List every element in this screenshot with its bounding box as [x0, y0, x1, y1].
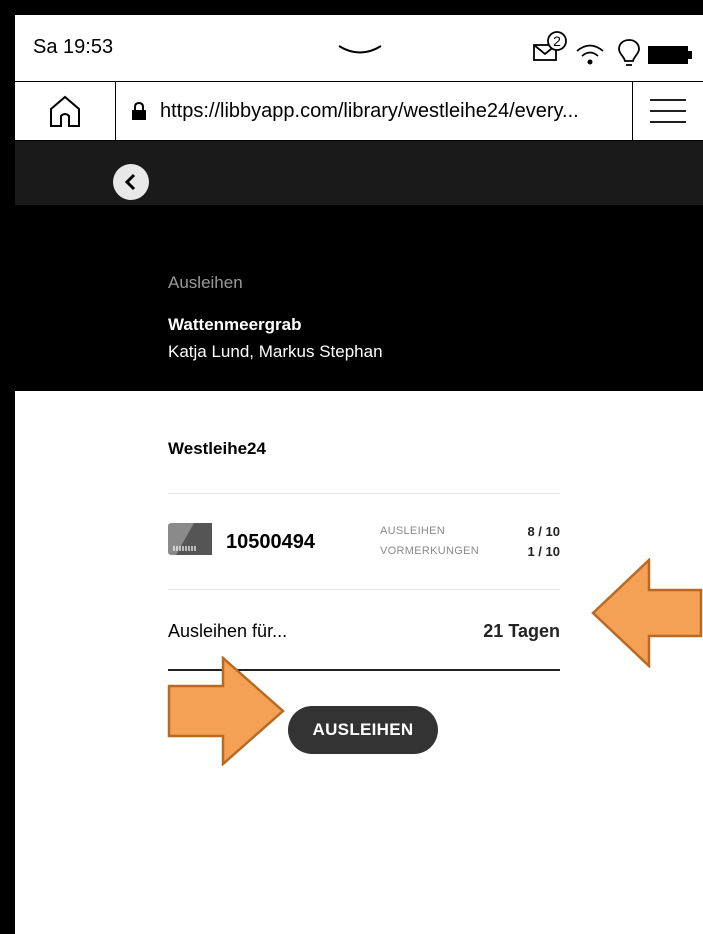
app-nav-bar: [15, 141, 703, 205]
status-time: Sa 19:53: [33, 36, 114, 58]
card-number: 10500494: [226, 531, 315, 553]
loan-period-label: Ausleihen für...: [168, 621, 288, 641]
status-bar: Sa 19:53 2: [15, 15, 703, 81]
back-button[interactable]: [113, 164, 149, 200]
header-subtitle: Ausleihen: [168, 273, 243, 292]
pull-down-handle-icon[interactable]: [337, 43, 383, 57]
limit-row-loans: AUSLEIHEN 8 / 10: [380, 521, 560, 541]
browser-toolbar: https://libbyapp.com/library/westleihe24…: [15, 81, 703, 141]
limit-row-holds: VORMERKUNGEN 1 / 10: [380, 541, 560, 561]
menu-button[interactable]: [633, 82, 703, 140]
notification-count: 2: [553, 33, 561, 49]
limit-value: 1 / 10: [527, 543, 560, 559]
home-button[interactable]: [15, 82, 115, 140]
arrow-left-annotation-icon: [591, 558, 703, 668]
url-field[interactable]: https://libbyapp.com/library/westleihe24…: [115, 82, 633, 140]
chevron-left-icon: [124, 173, 136, 191]
library-card-icon: [168, 523, 212, 555]
limit-label: AUSLEIHEN: [380, 525, 446, 537]
lock-icon: [132, 102, 146, 120]
book-authors: Katja Lund, Markus Stephan: [168, 342, 383, 361]
library-name: Westleihe24: [168, 439, 266, 458]
home-icon: [50, 95, 80, 127]
loan-limits: AUSLEIHEN 8 / 10 VORMERKUNGEN 1 / 10: [380, 521, 560, 561]
loan-period-value: 21 Tagen: [483, 621, 560, 641]
url-text: https://libbyapp.com/library/westleihe24…: [160, 99, 579, 122]
device-screen: Sa 19:53 2 https://libbyapp.com/library/…: [15, 15, 703, 934]
lightbulb-icon: [618, 39, 640, 66]
borrow-button[interactable]: AUSLEIHEN: [288, 706, 438, 754]
hamburger-menu-icon: [650, 99, 686, 123]
arrow-right-annotation-icon: [167, 656, 285, 766]
title-header: Ausleihen Wattenmeergrab Katja Lund, Mar…: [15, 205, 703, 391]
wifi-icon: [576, 44, 604, 65]
limit-label: VORMERKUNGEN: [380, 545, 479, 557]
battery-icon: [648, 46, 692, 64]
library-card-row[interactable]: 10500494 AUSLEIHEN 8 / 10 VORMERKUNGEN 1…: [168, 495, 560, 587]
book-title: Wattenmeergrab: [168, 315, 302, 334]
divider: [168, 493, 560, 494]
limit-value: 8 / 10: [527, 523, 560, 539]
mail-notification-icon[interactable]: 2: [530, 29, 570, 69]
